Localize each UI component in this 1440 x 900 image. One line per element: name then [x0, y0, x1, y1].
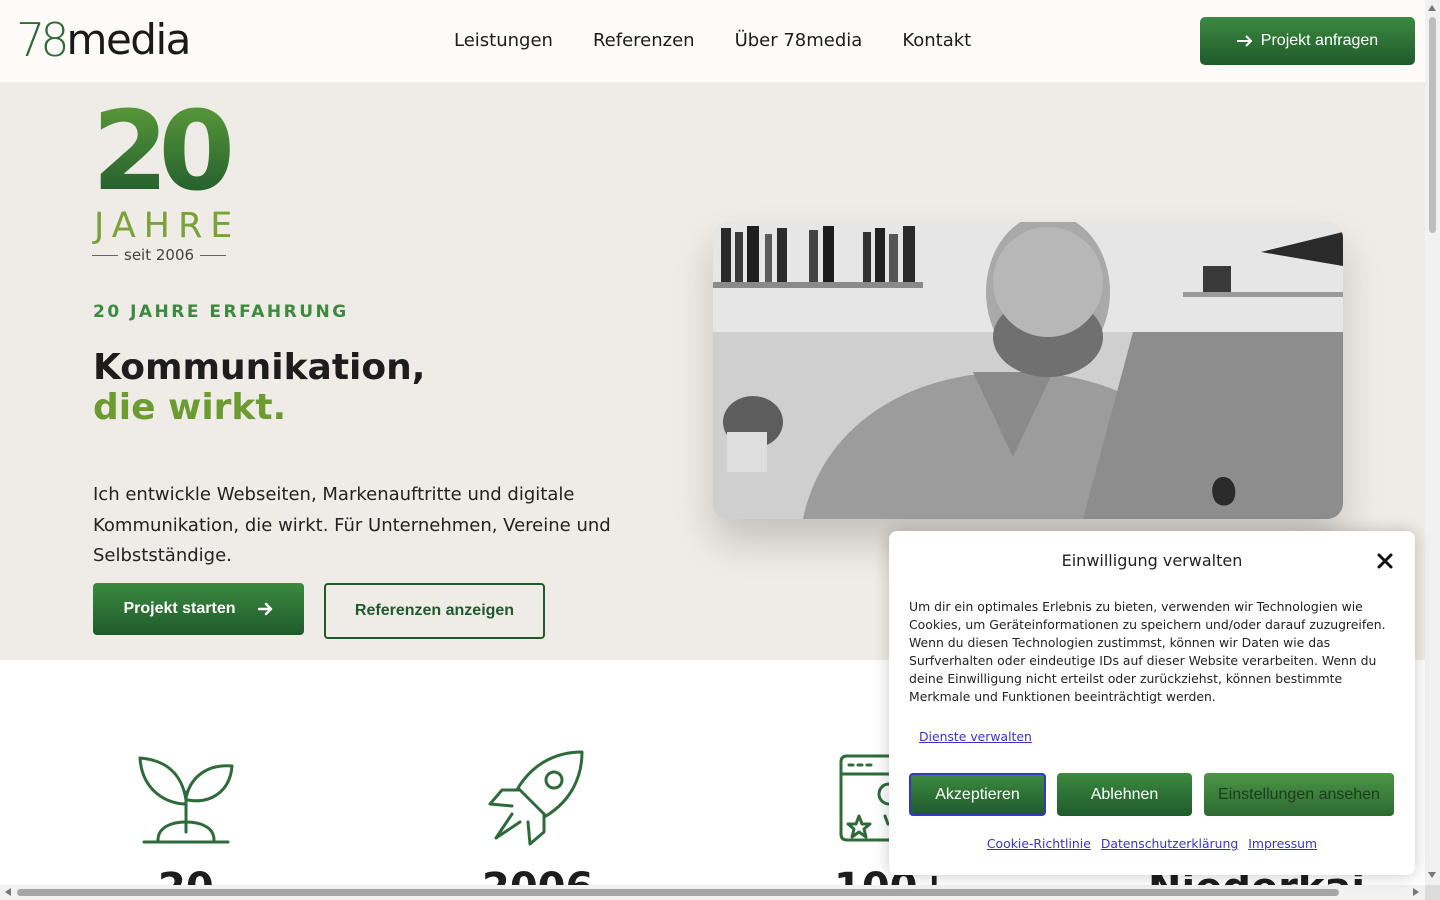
- referenzen-anzeigen-button[interactable]: Referenzen anzeigen: [324, 583, 545, 639]
- cookie-footer-links: Cookie-Richtlinie Datenschutzerklärung I…: [889, 836, 1415, 851]
- seedling-icon: [138, 756, 234, 844]
- horizontal-scroll-thumb[interactable]: [17, 889, 1339, 896]
- decline-button[interactable]: Ablehnen: [1057, 773, 1192, 816]
- headline-line-2: die wirkt.: [93, 387, 287, 428]
- rocket-icon: [488, 750, 584, 846]
- horizontal-scrollbar[interactable]: [0, 885, 1425, 900]
- badge-word: JAHRE: [94, 206, 241, 246]
- view-settings-button[interactable]: Einstellungen ansehen: [1204, 773, 1394, 816]
- scroll-down-icon[interactable]: [1428, 872, 1436, 878]
- hero-headline: Kommunikation, die wirkt.: [93, 348, 425, 428]
- nav-referenzen[interactable]: Referenzen: [593, 29, 695, 53]
- site-header: 78 media Leistungen Referenzen Über 78me…: [0, 0, 1425, 82]
- scrollbar-corner: [1425, 885, 1440, 900]
- logo-number: 78: [16, 13, 70, 67]
- main-nav: Leistungen Referenzen Über 78media Konta…: [454, 29, 971, 53]
- projekt-starten-label: Projekt starten: [123, 600, 236, 617]
- vertical-scroll-thumb[interactable]: [1429, 17, 1436, 233]
- dienste-verwalten-link[interactable]: Dienste verwalten: [919, 729, 1032, 744]
- site-logo[interactable]: 78 media: [16, 13, 192, 67]
- imprint-link[interactable]: Impressum: [1248, 836, 1317, 851]
- privacy-policy-link[interactable]: Datenschutzerklärung: [1101, 836, 1238, 851]
- badge-since: seit 2006: [92, 246, 234, 264]
- cookie-title: Einwilligung verwalten: [1061, 551, 1243, 570]
- hero-lead: Ich entwickle Webseiten, Markenauftritte…: [93, 484, 611, 566]
- browser-review-icon: [839, 754, 889, 842]
- referenzen-anzeigen-label: Referenzen anzeigen: [354, 602, 515, 619]
- portrait-photo: [713, 222, 1343, 519]
- nav-kontakt[interactable]: Kontakt: [902, 29, 971, 53]
- arrow-right-icon: [1236, 35, 1253, 47]
- projekt-starten-button[interactable]: Projekt starten: [93, 583, 304, 635]
- scroll-right-icon[interactable]: [1413, 888, 1419, 896]
- anniversary-badge: 20 JAHRE seit 2006: [92, 96, 241, 264]
- cookie-consent-dialog: Einwilligung verwalten Um dir ein optima…: [889, 531, 1415, 875]
- hero-eyebrow: 20 JAHRE ERFAHRUNG: [93, 302, 349, 322]
- projekt-anfragen-label: Projekt anfragen: [1260, 32, 1379, 49]
- cookie-policy-link[interactable]: Cookie-Richtlinie: [987, 836, 1091, 851]
- headline-line-1: Kommunikation,: [93, 347, 426, 388]
- scroll-left-icon[interactable]: [5, 888, 11, 896]
- badge-divider: [92, 254, 118, 256]
- nav-ueber[interactable]: Über 78media: [735, 29, 863, 53]
- logo-text: media: [66, 15, 192, 64]
- projekt-anfragen-button[interactable]: Projekt anfragen: [1200, 17, 1415, 65]
- nav-leistungen[interactable]: Leistungen: [454, 29, 553, 53]
- close-icon[interactable]: [1375, 551, 1395, 571]
- scroll-up-icon[interactable]: [1428, 5, 1436, 11]
- vertical-scrollbar[interactable]: [1425, 0, 1440, 900]
- arrow-right-icon: [257, 602, 272, 616]
- accept-button[interactable]: Akzeptieren: [909, 773, 1046, 816]
- badge-since-text: seit 2006: [124, 246, 195, 264]
- portrait-illustration: [713, 222, 1343, 519]
- badge-number: 20: [92, 96, 235, 206]
- badge-divider: [200, 254, 227, 256]
- cookie-text: Um dir ein optimales Erlebnis zu bieten,…: [909, 599, 1386, 704]
